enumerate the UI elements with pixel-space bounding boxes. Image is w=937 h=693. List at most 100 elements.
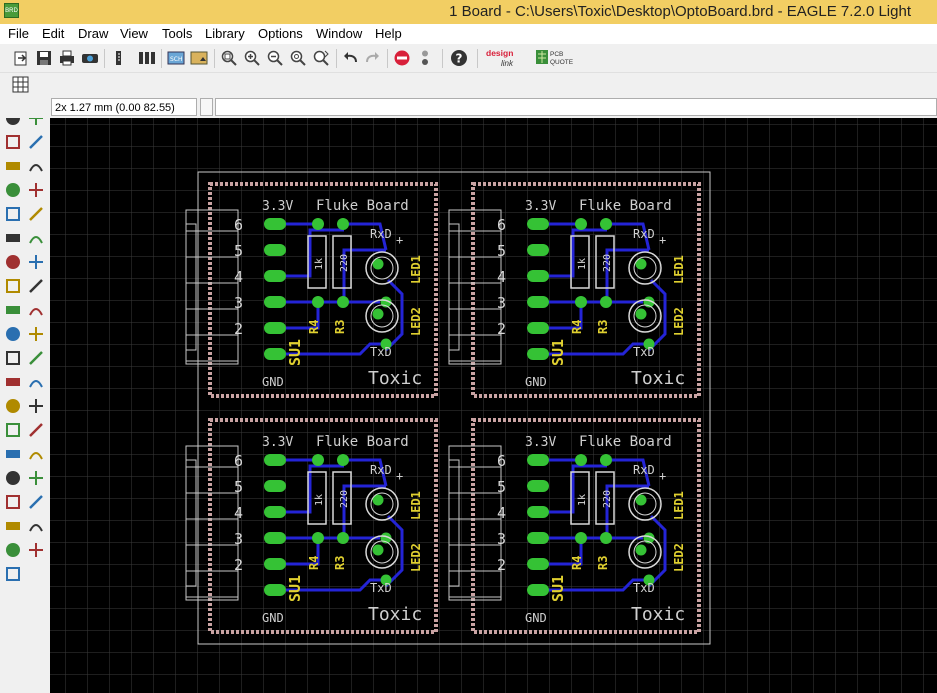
resistor-pad [312, 296, 324, 308]
attribute-tool-icon[interactable] [4, 493, 22, 511]
paste-tool-icon[interactable] [4, 229, 22, 247]
open-icon[interactable] [12, 49, 30, 67]
drc-tool-icon[interactable] [27, 541, 45, 559]
add-tool-icon[interactable] [4, 253, 22, 271]
smash-tool-icon[interactable] [27, 301, 45, 319]
board-icon[interactable] [190, 49, 208, 67]
dimension-tool-icon[interactable] [27, 493, 45, 511]
toolbar-separator [161, 49, 162, 68]
hole-tool-icon[interactable] [27, 469, 45, 487]
txd-label: TxD [633, 345, 655, 359]
replace-tool-icon[interactable] [27, 253, 45, 271]
ripup-tool-icon[interactable] [4, 373, 22, 391]
ulp-icon[interactable] [138, 49, 156, 67]
zoom-fit-icon[interactable] [220, 49, 238, 67]
pcb-quote-icon[interactable]: PCB QUOTE [535, 48, 575, 68]
miter-tool-icon[interactable] [4, 325, 22, 343]
wire-tool-icon[interactable] [27, 373, 45, 391]
erc-tool-icon[interactable] [4, 541, 22, 559]
led1-label: LED1 [672, 255, 686, 284]
menu-window[interactable]: Window [316, 26, 362, 41]
zoom-select-icon[interactable] [312, 49, 330, 67]
name-tool-icon[interactable] [27, 277, 45, 295]
cam-icon[interactable] [81, 49, 99, 67]
su1-label: SU1 [286, 339, 304, 366]
arc-tool-icon[interactable] [4, 421, 22, 439]
mark-tool-icon[interactable] [27, 133, 45, 151]
command-input[interactable] [215, 98, 937, 116]
voltage-label: 3.3V [525, 435, 556, 450]
header-pad [527, 244, 549, 256]
designlink-text-bottom: link [501, 59, 514, 68]
rect-tool-icon[interactable] [27, 421, 45, 439]
save-icon[interactable] [35, 49, 53, 67]
change-tool-icon[interactable] [27, 205, 45, 223]
go-icon[interactable] [416, 49, 434, 67]
zoom-redraw-icon[interactable] [289, 49, 307, 67]
board-canvas[interactable]: 6 5 4 3 2 1k 220 3.3V Fluke Board RxD TxD + GND Toxic… [50, 118, 937, 693]
schematic-icon[interactable]: SCH [167, 49, 185, 67]
lock-tool-icon[interactable] [4, 277, 22, 295]
brand-label: Toxic [368, 604, 422, 625]
txd-label: TxD [370, 581, 392, 595]
led1-label: LED1 [672, 491, 686, 520]
resistor-value-text: 1k [314, 494, 325, 506]
route-tool-icon[interactable] [27, 349, 45, 367]
designlink-icon[interactable]: design link [485, 47, 529, 69]
toolbar-separator [214, 49, 215, 68]
menu-view[interactable]: View [120, 26, 148, 41]
help-icon[interactable]: ? [450, 49, 468, 67]
app-icon: BRD [4, 3, 19, 18]
optimize-tool-icon[interactable] [4, 349, 22, 367]
menu-options[interactable]: Options [258, 26, 303, 41]
resistor-pad [312, 454, 324, 466]
print-icon[interactable] [58, 49, 76, 67]
delete-tool-icon[interactable] [27, 229, 45, 247]
via-tool-icon[interactable] [27, 445, 45, 463]
r4-label: R4 [570, 320, 584, 334]
su1-label: SU1 [549, 339, 567, 366]
zoom-out-icon[interactable] [266, 49, 284, 67]
script-icon[interactable] [110, 49, 128, 67]
menu-tools[interactable]: Tools [162, 26, 192, 41]
stop-icon[interactable] [393, 49, 411, 67]
errors-tool-icon[interactable] [4, 565, 22, 583]
resistor-value-text: 1k [577, 494, 588, 506]
text-tool-icon[interactable] [4, 397, 22, 415]
header-pad [527, 454, 549, 466]
copy-tool-icon[interactable] [27, 157, 45, 175]
circle-tool-icon[interactable] [27, 397, 45, 415]
toolbar-separator [477, 49, 478, 68]
menu-file[interactable]: File [8, 26, 29, 41]
header-pad [264, 244, 286, 256]
menu-edit[interactable]: Edit [42, 26, 64, 41]
header-pin-number: 6 [234, 452, 243, 470]
menu-draw[interactable]: Draw [78, 26, 108, 41]
ratsnest-tool-icon[interactable] [4, 517, 22, 535]
auto-tool-icon[interactable] [27, 517, 45, 535]
group-tool-icon[interactable] [4, 205, 22, 223]
command-history-button[interactable] [200, 98, 213, 116]
signal-tool-icon[interactable] [4, 469, 22, 487]
redo-icon[interactable] [364, 49, 382, 67]
zoom-in-icon[interactable] [243, 49, 261, 67]
undo-icon[interactable] [341, 49, 359, 67]
header-pin-number: 3 [497, 530, 506, 548]
menu-help[interactable]: Help [375, 26, 402, 41]
value-tool-icon[interactable] [4, 301, 22, 319]
voltage-label: 3.3V [262, 435, 293, 450]
menu-library[interactable]: Library [205, 26, 245, 41]
command-bar: 2x 1.27 mm (0.00 82.55) [0, 97, 937, 118]
mirror-tool-icon[interactable] [4, 181, 22, 199]
grid-icon[interactable] [12, 76, 29, 93]
gnd-label: GND [262, 375, 284, 389]
polygon-tool-icon[interactable] [4, 445, 22, 463]
gnd-label: GND [525, 611, 547, 625]
split-tool-icon[interactable] [27, 325, 45, 343]
su1-label: SU1 [286, 575, 304, 602]
header-pad [264, 480, 286, 492]
move-tool-icon[interactable] [4, 157, 22, 175]
su1-label: SU1 [549, 575, 567, 602]
display-tool-icon[interactable] [4, 133, 22, 151]
rotate-tool-icon[interactable] [27, 181, 45, 199]
